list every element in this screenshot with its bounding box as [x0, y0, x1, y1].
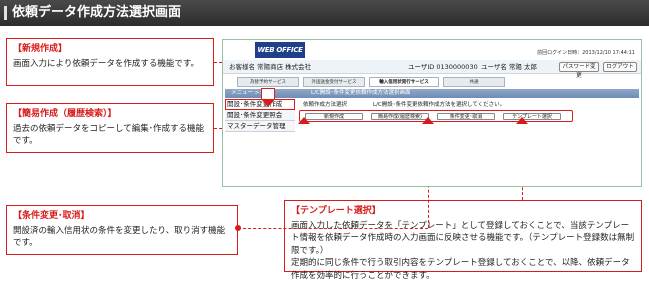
app-screenshot: WEB OFFICE 前回ログイン日時：2013/12/10 17:44:11 …	[222, 39, 642, 187]
new-create-button[interactable]: 新規作成	[305, 112, 363, 120]
callout-simple-body: 過去の依頼データをコピーして編集･作成する機能です。	[13, 123, 204, 147]
sidebar-item-master-data[interactable]: マスターデータ管理	[225, 121, 295, 132]
callout-new-heading: 【新規作成】	[13, 44, 68, 54]
sidebar-item-inquiry[interactable]: 開設･条件変更照会	[225, 110, 295, 121]
tab-fx-reservation[interactable]: 為替予約サービス	[237, 77, 299, 87]
callout-template-body-2: 定期的に同じ条件で行う取引内容をテンプレート登録しておくことで、以降、依頼データ…	[291, 258, 630, 281]
callout-change-body: 開設済の輸入信用状の条件を変更したり、取り消す機能です。	[13, 225, 226, 249]
change-password-button[interactable]: パスワード変更	[559, 62, 599, 79]
callout-change: 【条件変更･取消】 開設済の輸入信用状の条件を変更したり、取り消す機能です。	[6, 205, 238, 255]
callout-new: 【新規作成】 画面入力により依頼データを作成する機能です。	[6, 38, 214, 86]
breadcrumb: L/C開設･条件変更依頼作成方法選択画面	[311, 90, 411, 96]
arrow-new-icon	[262, 100, 274, 107]
customer-name: お客様名 常陽商店 株式会社	[229, 63, 312, 71]
callout-new-body: 画面入力により依頼データを作成する機能です。	[13, 58, 199, 69]
menu-bar: メニュー >>> L/C開設･条件変更依頼作成方法選択画面	[225, 89, 639, 98]
connector-dot	[235, 225, 241, 231]
user-id: ユーザID 0130000030	[408, 63, 478, 71]
app-header: WEB OFFICE 前回ログイン日時：2013/12/10 17:44:11	[223, 40, 641, 60]
tab-common[interactable]: 共通	[443, 77, 505, 87]
last-login-time: 前回ログイン日時：2013/12/10 17:44:11	[537, 50, 635, 56]
template-select-button[interactable]: テンプレート選択	[503, 112, 561, 120]
callout-template-body-1: 画面入力した依頼データを「テンプレート」として登録しておくことで、当該テンプレー…	[291, 220, 635, 256]
arrow-simple-icon	[298, 117, 310, 124]
tab-import-lc[interactable]: 輸入信用状発行サービス	[369, 77, 439, 87]
callout-change-heading: 【条件変更･取消】	[13, 211, 90, 221]
app-logo: WEB OFFICE	[255, 42, 305, 58]
method-button-row: 新規作成 簡易作成(履歴検索) 条件変更･取消 テンプレート選択	[299, 110, 573, 122]
sidebar-item-create[interactable]: 開設･条件変更作成	[225, 99, 295, 110]
tab-foreign-remittance[interactable]: 外国送金受付サービス	[303, 77, 365, 87]
content-instruction: L/C開設･条件変更依頼作成方法を選択してください。	[373, 102, 506, 108]
arrow-change-icon	[422, 117, 434, 124]
arrow-template-icon	[516, 117, 528, 124]
callout-simple: 【簡易作成（履歴検索）】 過去の依頼データをコピーして編集･作成する機能です。	[6, 103, 214, 153]
simple-create-button[interactable]: 簡易作成(履歴検索)	[371, 112, 429, 120]
arrow-new-box	[261, 88, 275, 100]
content-label: 依頼作成方法選択	[303, 102, 348, 108]
logout-button[interactable]: ログアウト	[603, 62, 637, 72]
user-bar: お客様名 常陽商店 株式会社 ユーザID 0130000030 ユーザ名 常陽 …	[223, 60, 641, 79]
callout-simple-heading: 【簡易作成（履歴検索）】	[13, 109, 117, 119]
page-title: 依頼データ作成方法選択画面	[0, 0, 649, 26]
sidebar: 開設･条件変更作成 開設･条件変更照会 マスターデータ管理	[225, 99, 295, 132]
callout-template-heading: 【テンプレート選択】	[291, 206, 381, 216]
user-name: ユーザ名 常陽 太郎	[481, 63, 538, 71]
callout-template: 【テンプレート選択】 画面入力した依頼データを「テンプレート」として登録しておく…	[284, 200, 642, 281]
connector-change-h	[238, 228, 428, 229]
change-cancel-button[interactable]: 条件変更･取消	[437, 112, 495, 120]
